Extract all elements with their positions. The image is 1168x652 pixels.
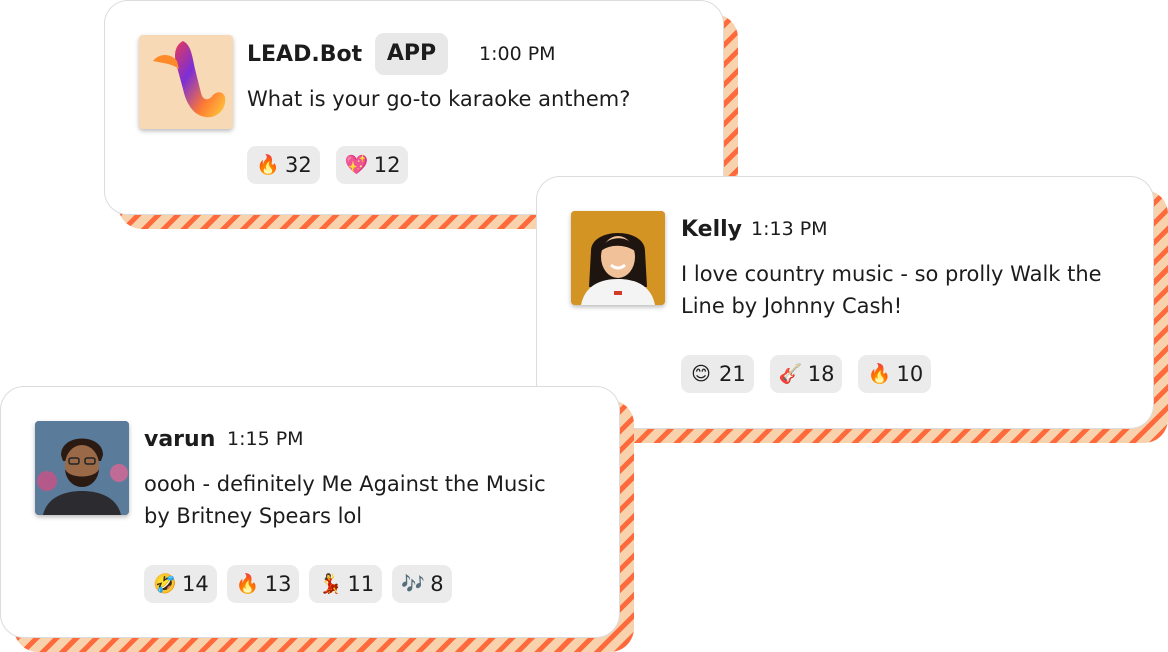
leadbot-logo-icon [153,41,226,118]
kelly-avatar[interactable] [571,211,665,305]
message-text-line-1: I love country music - so prolly Walk th… [681,262,1102,286]
dancer-icon: 💃 [318,572,343,595]
reaction-count: 32 [285,153,312,177]
sparkling-heart-icon: 💖 [344,153,369,176]
fire-icon: 🔥 [867,362,892,385]
music-notes-icon: 🎶 [401,572,425,595]
person-photo-icon [571,211,665,305]
reaction-count: 11 [347,572,375,596]
reaction-notes[interactable]: 🎶 8 [392,565,452,603]
reaction-smile[interactable]: 😊 21 [681,355,754,393]
rofl-icon: 🤣 [153,572,177,595]
message-text: What is your go-to karaoke anthem? [247,87,631,111]
reaction-rofl[interactable]: 🤣 14 [144,565,217,603]
reaction-bar: 🤣 14 🔥 13 💃 11 🎶 8 [144,565,452,603]
reaction-fire[interactable]: 🔥 10 [858,355,932,393]
fire-icon: 🔥 [256,153,280,176]
varun-avatar[interactable] [35,421,129,515]
message-card-varun: varun 1:15 PM oooh - definitely Me Again… [0,386,634,652]
reaction-fire[interactable]: 🔥 32 [247,146,320,184]
message-text-line-2: Line by Johnny Cash! [681,294,903,318]
sender-name[interactable]: Kelly [681,216,742,244]
reaction-count: 12 [373,153,401,177]
message-text-line-2: by Britney Spears lol [144,504,363,528]
reaction-bar: 😊 21 🎸 18 🔥 10 [681,355,932,393]
reaction-guitar[interactable]: 🎸 18 [769,355,843,393]
guitar-icon: 🎸 [778,362,803,385]
message-card: varun 1:15 PM oooh - definitely Me Again… [0,386,620,638]
smile-icon: 😊 [691,362,711,385]
reaction-count: 13 [264,572,292,596]
reaction-count: 18 [807,362,835,386]
reaction-count: 14 [182,572,209,596]
reaction-fire[interactable]: 🔥 13 [226,565,300,603]
message-text-line-1: oooh - definitely Me Against the Music [144,472,546,496]
reaction-count: 8 [430,572,444,596]
leadbot-avatar[interactable] [139,35,233,129]
sender-name[interactable]: varun [144,426,215,454]
app-badge: APP [375,33,448,75]
reaction-dancer[interactable]: 💃 11 [309,565,383,603]
timestamp[interactable]: 1:13 PM [751,215,828,243]
reaction-bar: 🔥 32 💖 12 [247,146,409,184]
sender-name[interactable]: LEAD.Bot [247,41,362,69]
person-photo-icon [35,421,129,515]
reaction-count: 21 [719,362,746,386]
timestamp[interactable]: 1:00 PM [479,40,556,68]
reaction-sparkling-heart[interactable]: 💖 12 [335,146,409,184]
timestamp[interactable]: 1:15 PM [227,425,304,453]
fire-icon: 🔥 [235,572,260,595]
reaction-count: 10 [896,362,924,386]
